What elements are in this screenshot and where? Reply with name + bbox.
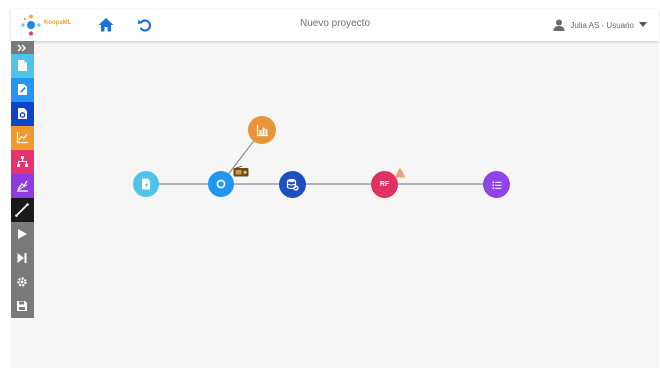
toolbar-visualization-button[interactable]: [11, 126, 34, 150]
database-icon: [286, 178, 299, 191]
file-gear-icon: [18, 108, 27, 119]
toolbar-model-button[interactable]: [11, 150, 34, 174]
koopaml-logo[interactable]: KoopaML: [20, 14, 90, 36]
warning-badge[interactable]: [394, 165, 406, 178]
toolbar-edit-data-button[interactable]: [11, 78, 34, 102]
list-icon: [492, 181, 501, 189]
edit-icon: [18, 84, 27, 95]
double-chevron-icon: [17, 44, 26, 52]
file-icon: [142, 178, 150, 190]
connector-badge[interactable]: [233, 164, 249, 177]
user-icon: [553, 19, 565, 31]
node-results[interactable]: [483, 171, 510, 198]
undo-icon: [137, 19, 152, 32]
document-icon: [18, 60, 27, 71]
node-rf-label: RF: [379, 181, 390, 188]
toolbar-connect-button[interactable]: [11, 198, 34, 222]
toolbar-expand-button[interactable]: [11, 41, 34, 54]
save-icon: [17, 301, 27, 311]
play-icon: [18, 229, 27, 239]
toolbar-dataset-button[interactable]: [11, 102, 34, 126]
toolbar-run-button[interactable]: [11, 222, 34, 246]
toolbar-settings-button[interactable]: [11, 270, 34, 294]
bottom-edge: [0, 368, 660, 372]
undo-button[interactable]: [136, 16, 154, 34]
gear-icon: [17, 277, 27, 287]
logo-text: KoopaML: [44, 20, 72, 26]
top-header: KoopaML Nuevo proyecto Julia AS - Usuari…: [11, 9, 659, 41]
node-database[interactable]: [279, 171, 306, 198]
circle-icon: [216, 179, 226, 189]
toolbar-evaluate-button[interactable]: [11, 174, 34, 198]
step-icon: [17, 253, 27, 263]
node-load-file[interactable]: [133, 171, 159, 197]
workflow-edges: [146, 129, 508, 185]
sitemap-icon: [17, 156, 28, 167]
caret-down-icon: [639, 22, 647, 27]
toolbar-load-data-button[interactable]: [11, 54, 34, 78]
node-preprocess[interactable]: [208, 171, 234, 197]
chart-icon: [256, 124, 268, 136]
warning-triangle-icon: [394, 167, 406, 178]
chart-layers-icon: [17, 180, 28, 192]
radio-icon: [233, 165, 249, 177]
node-chart[interactable]: [248, 116, 276, 144]
chart-icon: [16, 132, 28, 144]
home-button[interactable]: [97, 16, 115, 34]
user-menu[interactable]: Julia AS - Usuario: [553, 17, 647, 33]
workflow-canvas[interactable]: RF: [34, 41, 659, 371]
user-label: Julia AS - Usuario: [570, 20, 634, 30]
home-icon: [98, 18, 114, 32]
logo-dots-icon: [21, 14, 41, 36]
toolbar-run-step-button[interactable]: [11, 246, 34, 270]
toolbar-save-button[interactable]: [11, 294, 34, 318]
line-icon: [15, 203, 29, 217]
app-frame: KoopaML Nuevo proyecto Julia AS - Usuari…: [11, 9, 659, 371]
